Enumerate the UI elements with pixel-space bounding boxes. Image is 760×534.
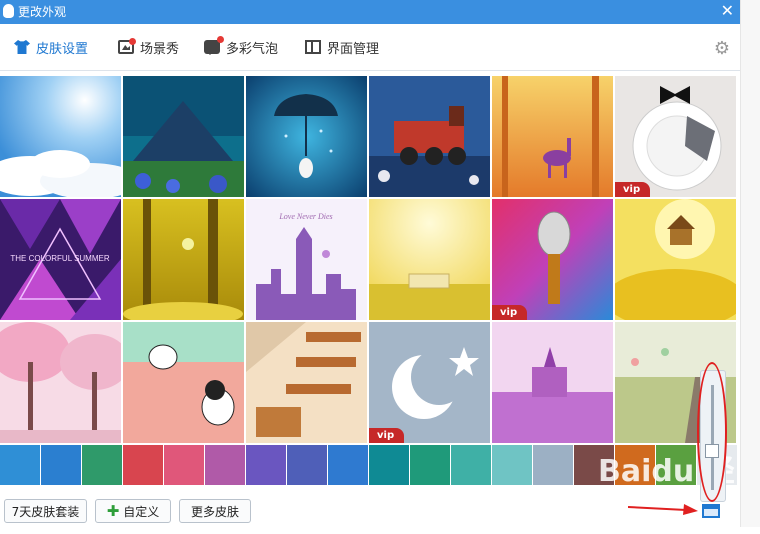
button-label: 更多皮肤 (190, 504, 239, 519)
microphone-image (492, 199, 613, 320)
color-swatch[interactable] (41, 445, 81, 485)
tab-label: 多彩气泡 (226, 41, 279, 57)
classroom-image (246, 322, 367, 443)
photo-icon (118, 38, 136, 54)
cats-image (123, 322, 244, 443)
opacity-slider-panel (700, 370, 726, 502)
opacity-slider-thumb[interactable] (705, 444, 719, 459)
button-label: 7天皮肤套装 (11, 504, 80, 519)
skin-grid: vip THE COLORFUL SUMMER Love Never Dies (0, 76, 737, 443)
golden-forest-image (123, 199, 244, 320)
tab-label: 皮肤设置 (36, 41, 89, 57)
color-swatch[interactable] (123, 445, 163, 485)
moon-star-image (369, 322, 490, 443)
color-swatch[interactable] (0, 445, 40, 485)
skin-pack-button[interactable]: 7天皮肤套装 (4, 499, 87, 523)
bow-tie-plate-image (615, 76, 736, 197)
color-swatch[interactable] (369, 445, 409, 485)
skin-tile-cherry-blossom[interactable] (0, 322, 121, 443)
shirt-icon (14, 40, 30, 54)
skin-tile-yellow-field[interactable] (369, 199, 490, 320)
title-bar: 更改外观 ✕ (0, 0, 740, 24)
skin-tile-umbrella-rabbit[interactable] (246, 76, 367, 197)
skin-tile-moon-star[interactable]: vip (369, 322, 490, 443)
custom-skin-button[interactable]: ✚ 自定义 (95, 499, 171, 523)
plus-icon: ✚ (106, 502, 120, 520)
skin-tile-deer-forest[interactable] (492, 76, 613, 197)
color-swatch[interactable] (410, 445, 450, 485)
vip-badge: vip (369, 428, 405, 443)
tab-label: 场景秀 (140, 41, 180, 57)
color-swatch[interactable] (492, 445, 532, 485)
color-swatch[interactable] (246, 445, 286, 485)
geo-title-text: THE COLORFUL SUMMER (10, 254, 109, 263)
background-window-edge (740, 0, 760, 527)
window-mode-icon[interactable] (702, 504, 720, 518)
london-skyline-image: Love Never Dies (246, 199, 367, 320)
button-label: 自定义 (123, 504, 160, 519)
tab-label: 界面管理 (327, 41, 380, 57)
color-swatch[interactable] (164, 445, 204, 485)
color-swatch[interactable] (82, 445, 122, 485)
vip-badge: vip (615, 182, 651, 197)
skin-tile-bow-tie-plate[interactable]: vip (615, 76, 736, 197)
color-palette (0, 445, 737, 485)
purple-geometric-image: THE COLORFUL SUMMER (0, 199, 121, 320)
tab-interface-management[interactable]: 界面管理 (305, 37, 379, 57)
bottom-bar: 7天皮肤套装 ✚ 自定义 更多皮肤 (0, 486, 740, 527)
skin-tile-sky-clouds[interactable] (0, 76, 121, 197)
notification-dot (217, 36, 224, 43)
train-image (369, 76, 490, 197)
deer-forest-image (492, 76, 613, 197)
skin-tile-train[interactable] (369, 76, 490, 197)
skin-tile-classroom[interactable] (246, 322, 367, 443)
color-swatch[interactable] (574, 445, 614, 485)
pink-castle-image (492, 322, 613, 443)
color-swatch[interactable] (656, 445, 696, 485)
skin-tile-yellow-cottage[interactable] (615, 199, 736, 320)
color-swatch[interactable] (451, 445, 491, 485)
skin-tile-blue-mountain[interactable] (123, 76, 244, 197)
color-swatch[interactable] (615, 445, 655, 485)
color-swatch[interactable] (533, 445, 573, 485)
more-skins-button[interactable]: 更多皮肤 (179, 499, 251, 523)
skin-tile-purple-geometric[interactable]: THE COLORFUL SUMMER (0, 199, 121, 320)
bubble-icon (204, 36, 224, 55)
gear-icon[interactable]: ⚙ (714, 38, 730, 59)
color-swatch[interactable] (328, 445, 368, 485)
skin-tile-pink-castle[interactable] (492, 322, 613, 443)
window-title: 更改外观 (18, 5, 67, 19)
notification-dot (129, 38, 136, 45)
vip-badge: vip (492, 305, 528, 320)
cherry-blossom-image (0, 322, 121, 443)
skin-tile-microphone[interactable]: vip (492, 199, 613, 320)
tab-scene-show[interactable]: 场景秀 (118, 37, 179, 57)
tab-colorful-bubbles[interactable]: 多彩气泡 (204, 36, 279, 57)
close-icon[interactable]: ✕ (721, 1, 734, 20)
skin-tile-cats[interactable] (123, 322, 244, 443)
color-swatch[interactable] (205, 445, 245, 485)
tab-bar: 皮肤设置 场景秀 多彩气泡 界面管理 ⚙ (0, 24, 740, 71)
skin-tile-london-skyline[interactable]: Love Never Dies (246, 199, 367, 320)
layout-icon (305, 40, 321, 54)
tab-skin-settings[interactable]: 皮肤设置 (14, 37, 88, 57)
opacity-slider-track[interactable] (711, 385, 714, 490)
london-script-text: Love Never Dies (278, 212, 332, 221)
umbrella-rabbit-image (246, 76, 367, 197)
skin-tile-golden-forest[interactable] (123, 199, 244, 320)
yellow-field-image (369, 199, 490, 320)
color-swatch[interactable] (287, 445, 327, 485)
yellow-cottage-image (615, 199, 736, 320)
qq-penguin-icon (3, 4, 14, 18)
sky-clouds-image (0, 76, 121, 197)
blue-mountain-image (123, 76, 244, 197)
